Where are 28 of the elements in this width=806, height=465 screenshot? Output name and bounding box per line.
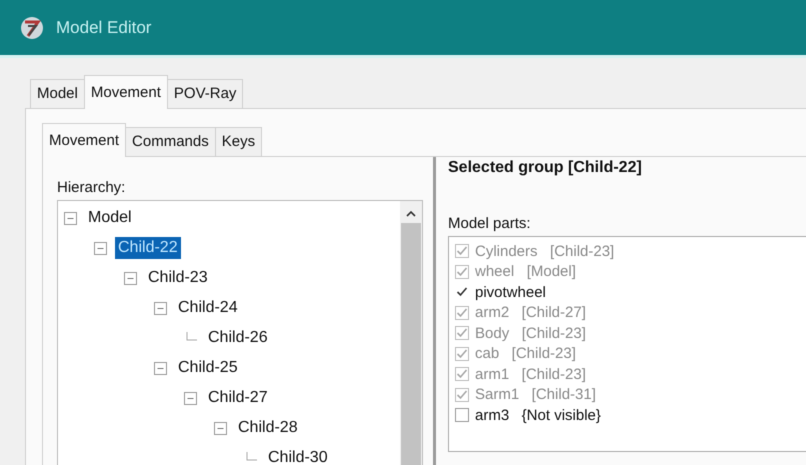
model-parts-label: Model parts: xyxy=(448,215,532,232)
part-label: wheel [Model] xyxy=(475,263,576,280)
part-label: arm3 {Not visible} xyxy=(475,406,601,424)
tab[interactable]: Keys xyxy=(214,127,262,156)
part-label: Sarm1 [Child-31] xyxy=(475,386,596,404)
tree-item[interactable]: Child-25 xyxy=(175,357,241,379)
tab[interactable]: Model xyxy=(30,79,85,108)
tree-item[interactable]: Child-22 xyxy=(115,237,181,259)
tree-item[interactable]: Child-23 xyxy=(145,267,211,289)
hierarchy-label: Hierarchy: xyxy=(57,179,126,196)
tree-item[interactable]: Child-24 xyxy=(175,297,241,319)
part-label: Cylinders [Child-23] xyxy=(475,242,614,260)
tab[interactable]: Movement xyxy=(42,123,126,157)
tree-item[interactable]: Child-27 xyxy=(205,387,271,409)
tree-item[interactable]: Model xyxy=(85,207,135,229)
part-label: arm2 [Child-27] xyxy=(475,304,586,322)
tree-item[interactable]: Child-28 xyxy=(235,417,301,439)
part-label: pivotwheel xyxy=(475,284,546,301)
tree-item[interactable]: Child-26 xyxy=(205,327,271,349)
tab[interactable]: Movement xyxy=(84,75,168,109)
tab[interactable]: POV-Ray xyxy=(166,79,244,108)
group-title: Selected group [Child-22] xyxy=(448,159,643,177)
tab[interactable]: Commands xyxy=(125,127,216,156)
part-label: arm1 [Child-23] xyxy=(475,366,586,383)
part-label: Body [Child-23] xyxy=(475,324,586,342)
window-title: Model Editor xyxy=(56,18,152,38)
part-label: cab [Child-23] xyxy=(475,345,576,362)
tree-item[interactable]: Child-30 xyxy=(265,447,331,465)
